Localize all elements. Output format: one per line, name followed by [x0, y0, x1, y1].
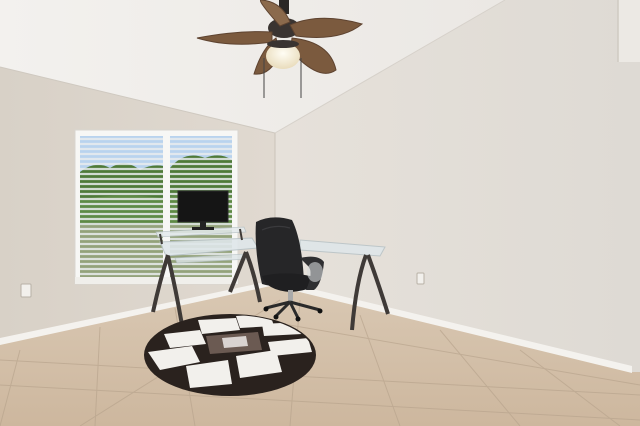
room-photo	[0, 0, 640, 426]
room-scene	[0, 0, 640, 426]
wall-corner-column	[618, 0, 640, 62]
power-outlet	[20, 283, 32, 298]
power-outlet-right	[416, 272, 425, 285]
round-rug	[144, 314, 316, 396]
